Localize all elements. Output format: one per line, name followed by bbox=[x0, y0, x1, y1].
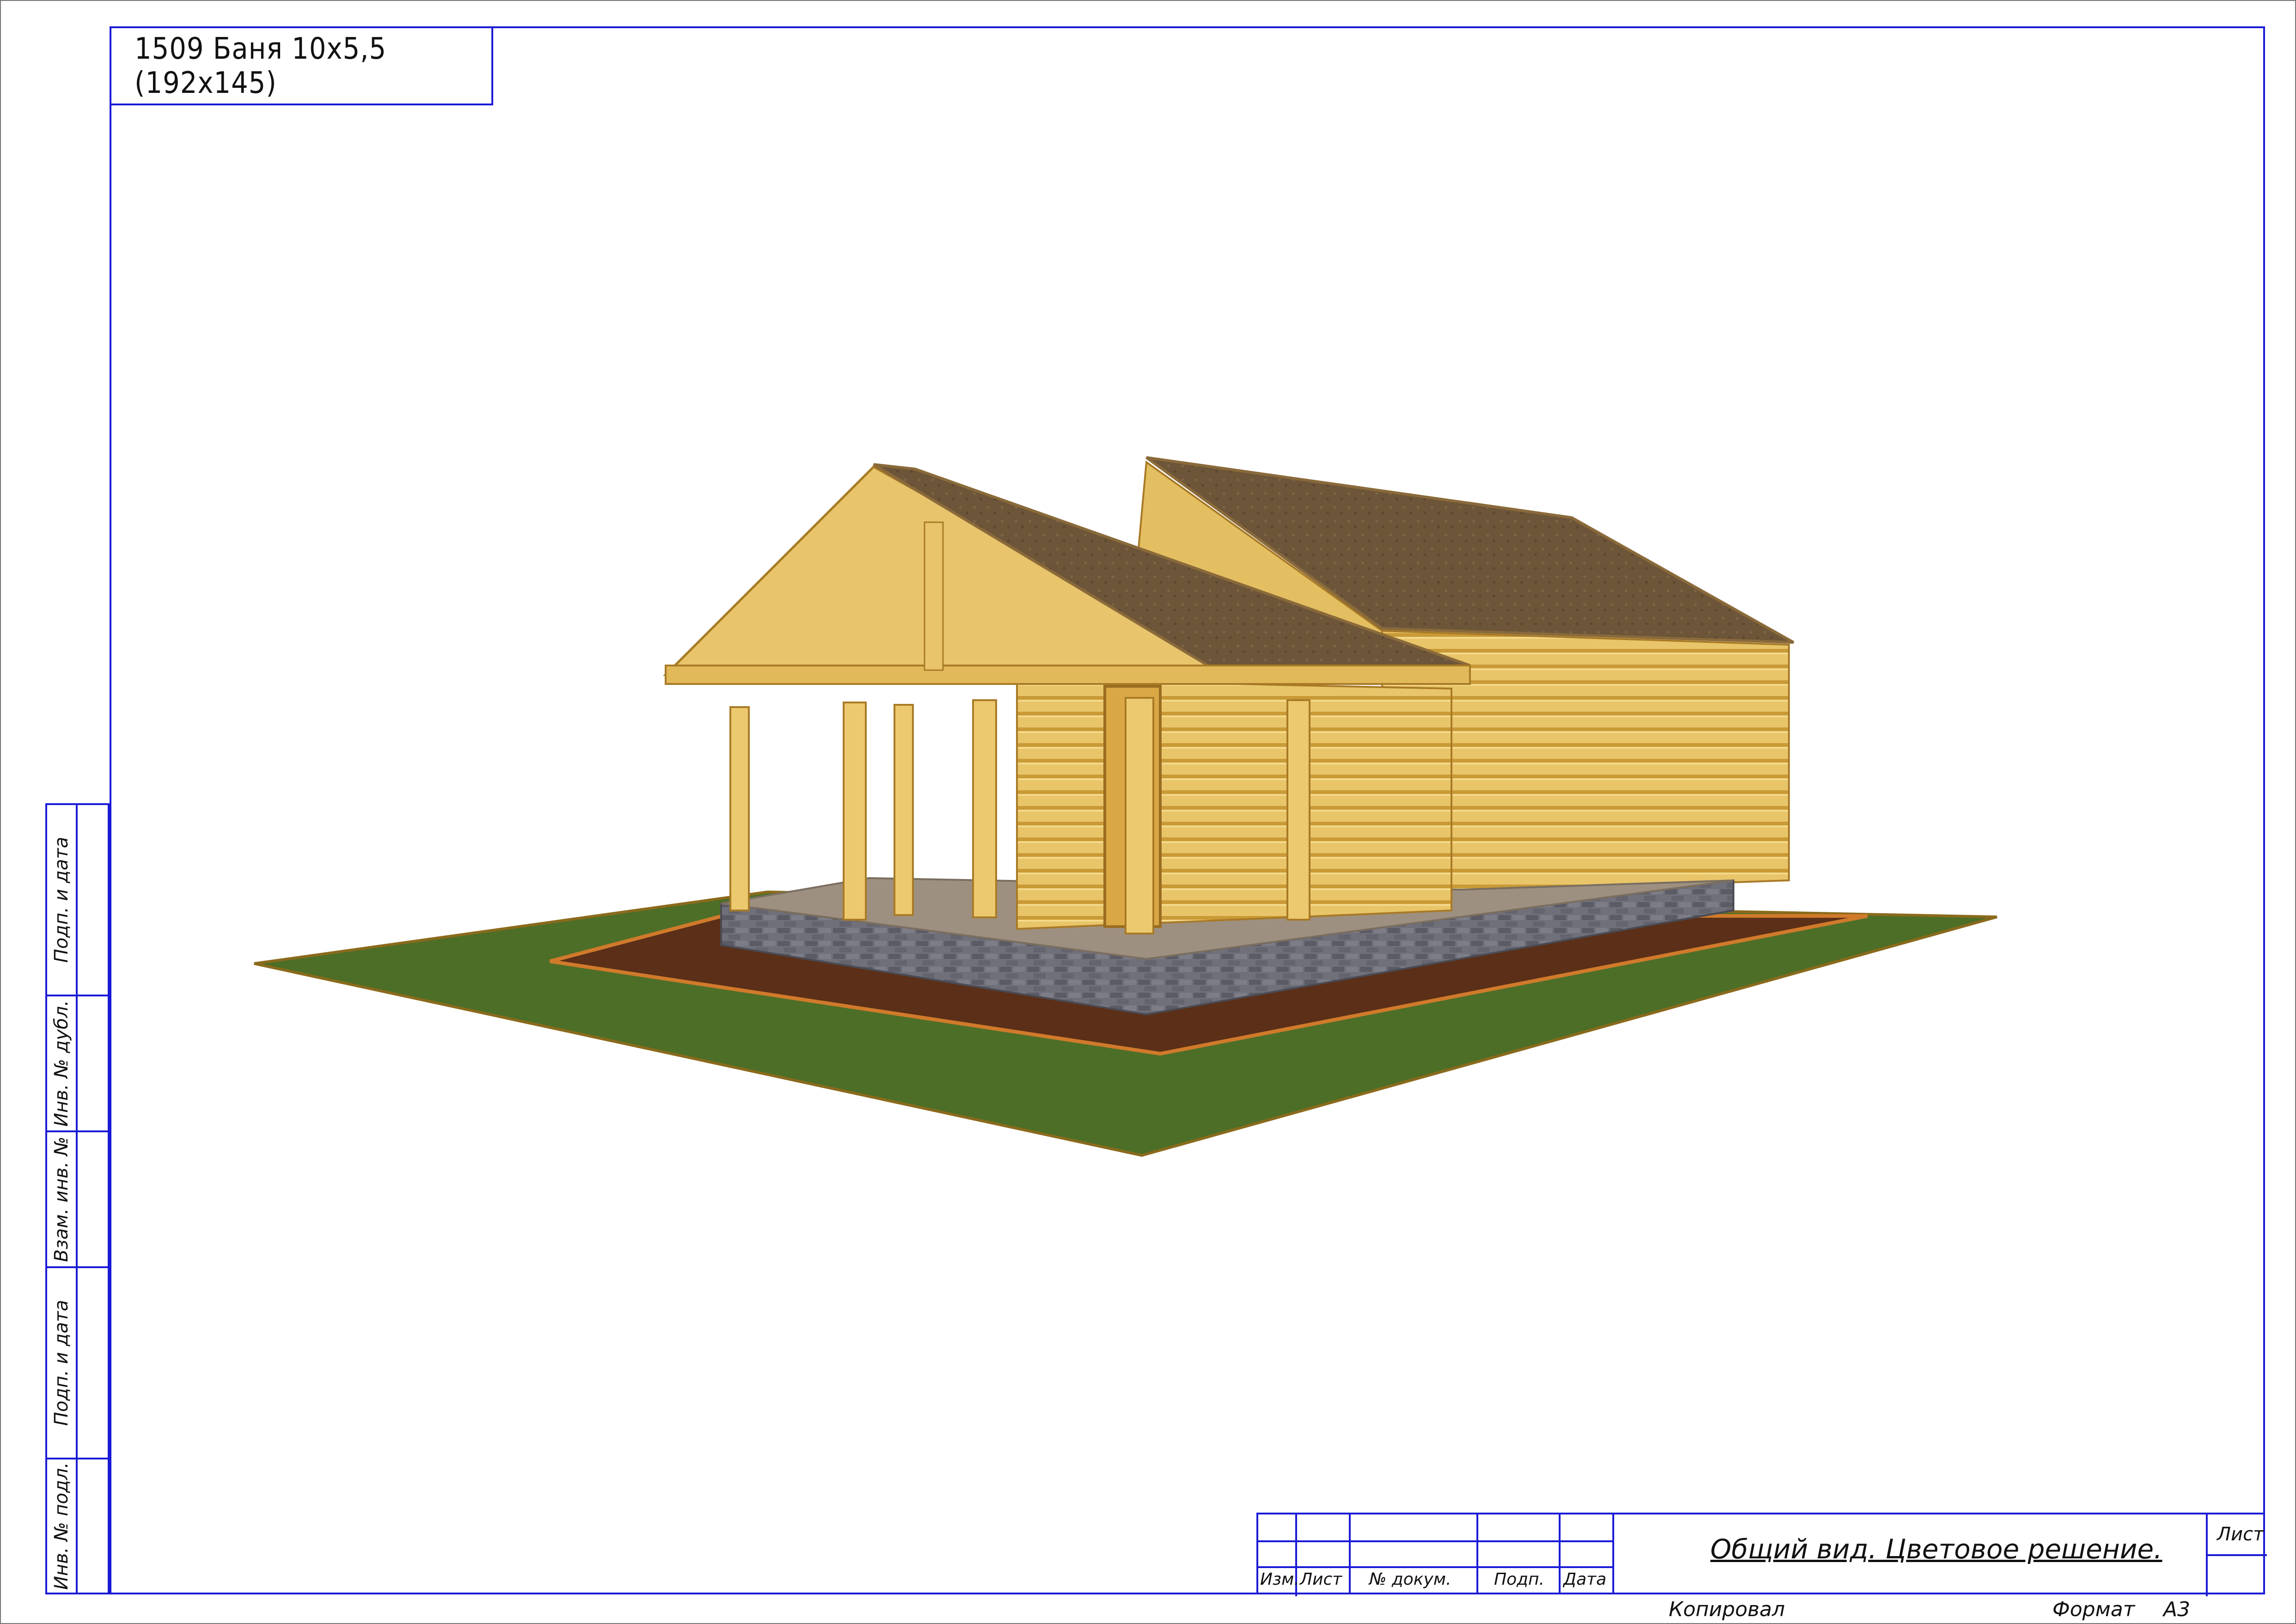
footer-copied: Копировал bbox=[1669, 1598, 1785, 1621]
project-title: 1509 Баня 10х5,5 (192х145) bbox=[135, 31, 386, 100]
column-1 bbox=[729, 706, 750, 911]
side-cell-1: Подп. и дата bbox=[45, 803, 110, 996]
stamp-header-list: Лист bbox=[1300, 1570, 1342, 1589]
column-6 bbox=[1286, 699, 1310, 921]
side-label-strip: Подп. и дата Инв. № дубл. Взам. инв. № П… bbox=[45, 803, 110, 1594]
stamp-header-izm: Изм. bbox=[1260, 1570, 1299, 1589]
side-cell-5: Инв. № подл. bbox=[45, 1458, 110, 1594]
side-cell-2: Инв. № дубл. bbox=[45, 995, 110, 1132]
column-5 bbox=[1125, 697, 1154, 934]
stamp-header-doc-no: № докум. bbox=[1369, 1570, 1451, 1589]
beam bbox=[665, 665, 1471, 685]
front-wall bbox=[1016, 678, 1452, 930]
footer-format-label: Формат bbox=[2052, 1598, 2135, 1621]
side-label-inv-dubl: Инв. № дубл. bbox=[51, 1000, 73, 1127]
side-label-vzam-inv: Взам. инв. № bbox=[51, 1136, 72, 1262]
footer-format-value: А3 bbox=[2163, 1598, 2191, 1621]
side-cell-3: Взам. инв. № bbox=[45, 1130, 110, 1268]
column-3 bbox=[894, 704, 914, 916]
side-cell-4: Подп. и дата bbox=[45, 1266, 110, 1459]
side-label-sign-date-2: Подп. и дата bbox=[51, 1300, 73, 1426]
title-block: 1509 Баня 10х5,5 (192х145) bbox=[110, 26, 493, 105]
sheet-view-title: Общий вид. Цветовое решение. bbox=[1710, 1533, 2162, 1565]
bathhouse-3d-view bbox=[254, 456, 1997, 1157]
side-label-sign-date: Подп. и дата bbox=[51, 836, 73, 963]
king-post bbox=[924, 521, 944, 671]
stamp-sheet-label: Лист bbox=[2217, 1524, 2264, 1545]
stamp-header-date: Дата bbox=[1563, 1570, 1607, 1589]
column-4 bbox=[972, 699, 997, 918]
stamp-header-sign: Подп. bbox=[1494, 1570, 1544, 1589]
side-label-inv-podl: Инв. № подл. bbox=[51, 1462, 72, 1590]
column-2 bbox=[843, 702, 867, 921]
